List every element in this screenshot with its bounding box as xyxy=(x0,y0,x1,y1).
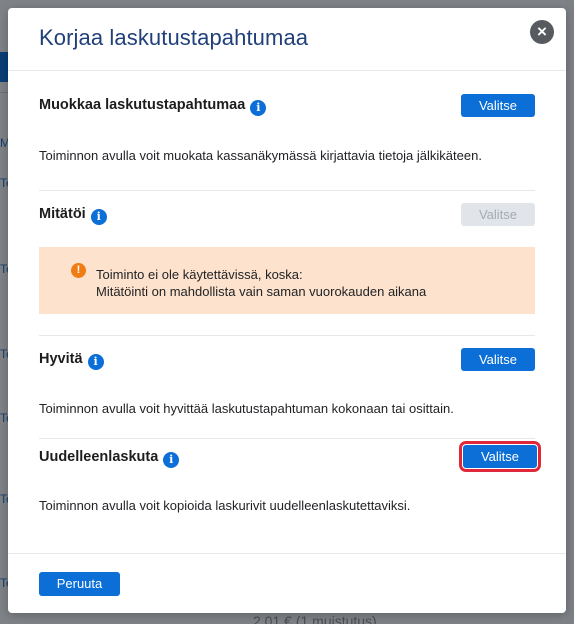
warning-icon: ! xyxy=(71,263,86,278)
dialog-title: Korjaa laskutustapahtumaa xyxy=(39,25,309,50)
info-icon[interactable]: i xyxy=(90,209,107,225)
section-edit-label: Muokkaa laskutustapahtumaa xyxy=(39,97,246,113)
section-void: Mitätöi i Valitse xyxy=(39,203,535,243)
close-icon[interactable]: × xyxy=(530,20,554,44)
info-icon[interactable]: i xyxy=(87,354,104,370)
section-void-label: Mitätöi xyxy=(39,206,86,222)
divider xyxy=(39,190,535,191)
dialog-header: Korjaa laskutustapahtumaa × xyxy=(8,8,566,71)
info-icon[interactable]: i xyxy=(250,100,267,116)
void-warning-box: ! Toiminto ei ole käytettävissä, koska: … xyxy=(39,247,535,314)
info-icon[interactable]: i xyxy=(163,452,180,468)
divider xyxy=(39,335,535,336)
rebill-select-button[interactable]: Valitse xyxy=(459,441,541,472)
warning-line-2: Mitätöinti on mahdollista vain saman vuo… xyxy=(96,284,427,299)
void-select-button: Valitse xyxy=(461,203,535,226)
section-credit-label: Hyvitä xyxy=(39,351,83,367)
background-divider xyxy=(0,92,8,93)
section-rebill-label: Uudelleenlaskuta xyxy=(39,449,159,465)
section-rebill-title: Uudelleenlaskuta i xyxy=(39,449,180,468)
edit-select-button[interactable]: Valitse xyxy=(461,94,535,117)
section-edit-description: Toiminnon avulla voit muokata kassanäkym… xyxy=(39,148,482,163)
cancel-button[interactable]: Peruuta xyxy=(39,572,120,596)
warning-line-1: Toiminto ei ole käytettävissä, koska: xyxy=(96,267,303,282)
section-edit-title: Muokkaa laskutustapahtumaa i xyxy=(39,97,267,116)
divider xyxy=(39,438,535,439)
dialog-footer: Peruuta xyxy=(8,553,566,614)
section-rebill-description: Toiminnon avulla voit kopioida laskurivi… xyxy=(39,498,411,513)
section-credit-title: Hyvitä i xyxy=(39,351,104,370)
warning-text: Toiminto ei ole käytettävissä, koska: Mi… xyxy=(96,266,426,300)
section-edit: Muokkaa laskutustapahtumaa i Valitse Toim… xyxy=(39,94,535,184)
credit-select-button[interactable]: Valitse xyxy=(461,348,535,371)
section-credit: Hyvitä i Valitse Toiminnon avulla voit hy… xyxy=(39,348,535,428)
correction-dialog: Korjaa laskutustapahtumaa × Muokkaa lask… xyxy=(8,8,566,613)
background-header-bar xyxy=(0,52,8,82)
section-rebill: Uudelleenlaskuta i Valitse Toiminnon avul… xyxy=(39,441,541,525)
background-bottom-text: 2.01 € (1 muistutus) xyxy=(253,613,377,624)
section-credit-description: Toiminnon avulla voit hyvittää laskutust… xyxy=(39,401,454,416)
section-void-title: Mitätöi i xyxy=(39,206,107,225)
background-right-strip xyxy=(566,0,574,624)
